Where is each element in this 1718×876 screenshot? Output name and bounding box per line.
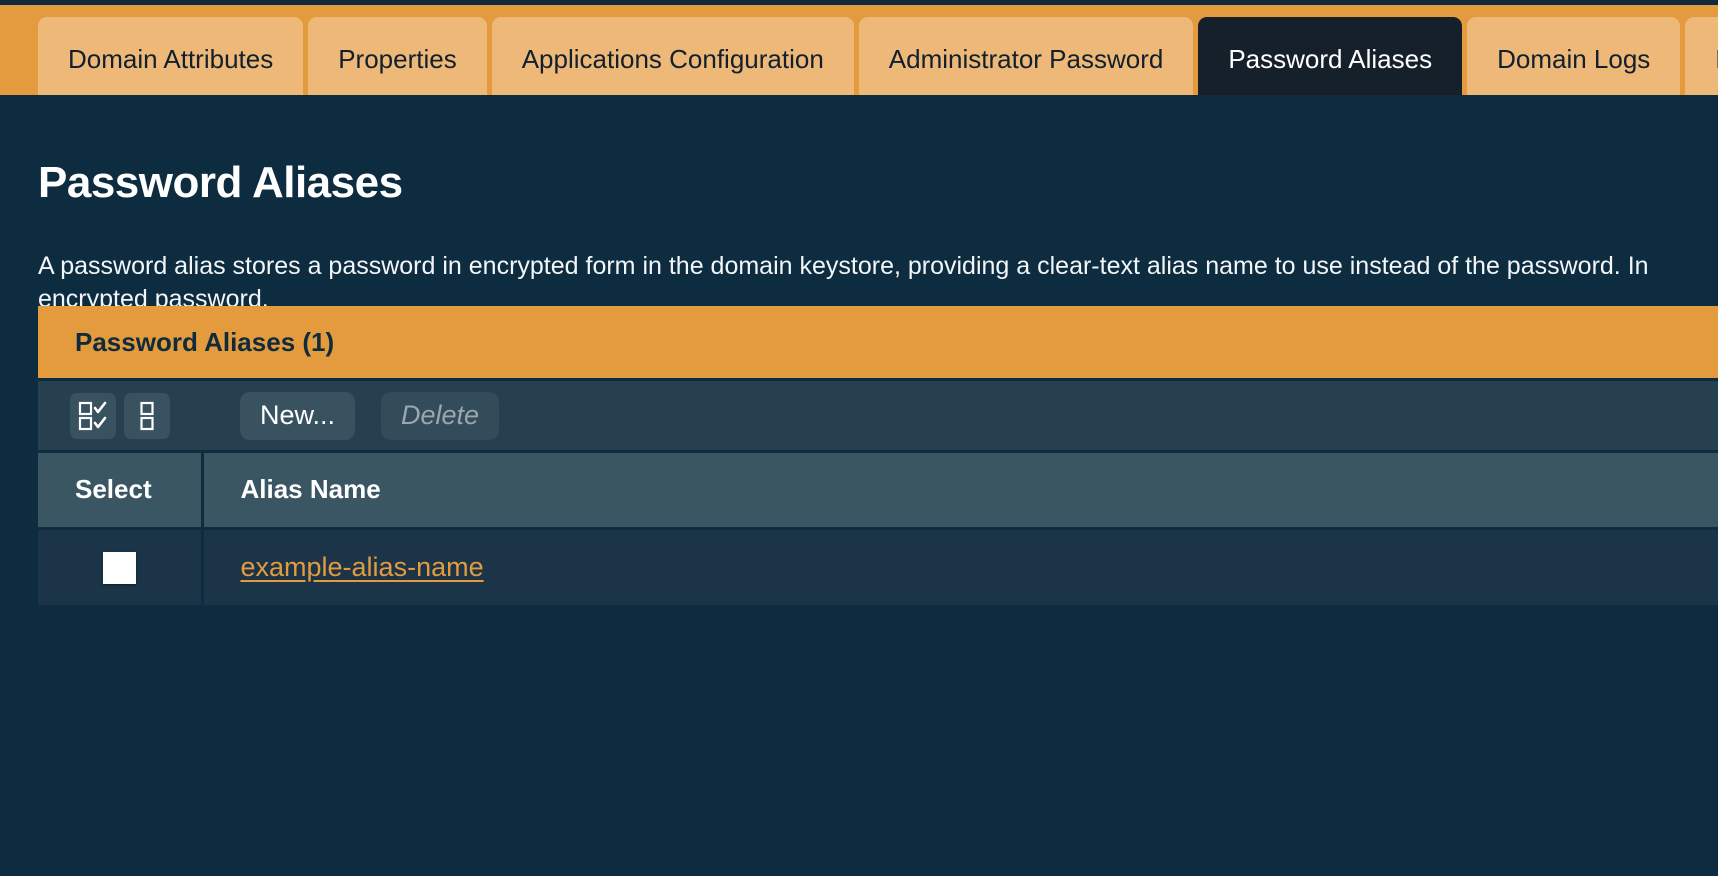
- table-header-row: Select Alias Name: [38, 453, 1718, 528]
- tab-domain-attributes[interactable]: Domain Attributes: [38, 17, 303, 100]
- delete-button[interactable]: Delete: [381, 392, 499, 440]
- tab-domain-logs[interactable]: Domain Logs: [1467, 17, 1680, 100]
- table-head: Select Alias Name: [38, 453, 1718, 528]
- delete-button-label: Delete: [401, 400, 479, 431]
- table-body: example-alias-name: [38, 528, 1718, 606]
- password-aliases-panel: Password Aliases (1) New... Delete: [38, 306, 1718, 608]
- tab-label: Domain Attributes: [68, 46, 273, 72]
- tab-label: Password Aliases: [1228, 46, 1432, 72]
- tab-label: Domain Logs: [1497, 46, 1650, 72]
- select-all-icon[interactable]: [70, 393, 116, 439]
- deselect-all-icon[interactable]: [124, 393, 170, 439]
- tab-truncated[interactable]: E: [1685, 17, 1718, 100]
- column-header-select: Select: [38, 453, 202, 528]
- new-button-label: New...: [260, 400, 335, 431]
- tab-label: Properties: [338, 46, 457, 72]
- panel-toolbar: New... Delete: [38, 378, 1718, 453]
- tab-password-aliases[interactable]: Password Aliases: [1198, 17, 1462, 100]
- alias-name-link[interactable]: example-alias-name: [241, 552, 484, 582]
- password-aliases-table: Select Alias Name example-alias-name: [38, 453, 1718, 608]
- tab-bar-top-rule: [0, 0, 1718, 5]
- panel-header-title: Password Aliases (1): [75, 327, 334, 358]
- row-checkbox[interactable]: [103, 552, 136, 584]
- tab-label: Administrator Password: [889, 46, 1164, 72]
- new-button[interactable]: New...: [240, 392, 355, 440]
- tab-administrator-password[interactable]: Administrator Password: [859, 17, 1194, 100]
- page-title: Password Aliases: [38, 158, 1680, 208]
- tab-bar: Domain Attributes Properties Application…: [0, 0, 1718, 100]
- tab-applications-configuration[interactable]: Applications Configuration: [492, 17, 854, 100]
- row-select-cell: [38, 528, 202, 606]
- column-header-alias-name: Alias Name: [202, 453, 1718, 528]
- tab-properties[interactable]: Properties: [308, 17, 487, 100]
- panel-header: Password Aliases (1): [38, 306, 1718, 378]
- tab-label: Applications Configuration: [522, 46, 824, 72]
- row-alias-name-cell: example-alias-name: [202, 528, 1718, 606]
- table-row: example-alias-name: [38, 528, 1718, 606]
